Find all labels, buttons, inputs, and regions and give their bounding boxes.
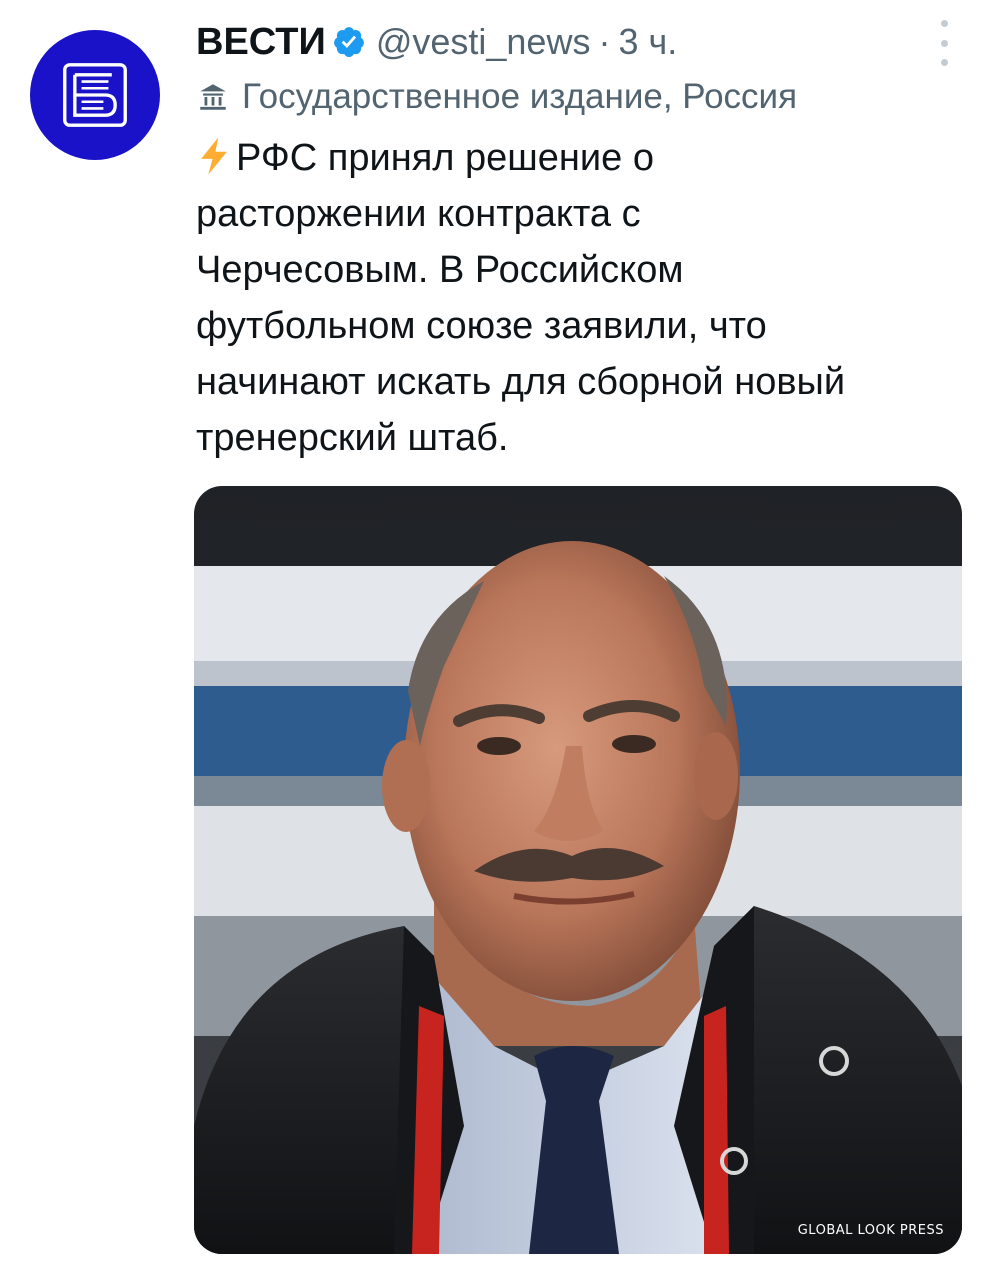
tweet-photo[interactable]: GLOBAL LOOK PRESS	[194, 486, 962, 1254]
verified-badge-icon	[333, 27, 364, 58]
tweet[interactable]: ВЕСТИ @vesti_news · 3 ч. Государственное…	[0, 0, 992, 1280]
tweet-header: ВЕСТИ @vesti_news · 3 ч.	[196, 14, 677, 70]
state-media-label[interactable]: Государственное издание, Россия	[196, 72, 797, 122]
photo-image	[194, 486, 962, 1254]
photo-credit: GLOBAL LOOK PRESS	[797, 1223, 944, 1238]
separator-dot: ·	[598, 21, 611, 62]
more-options-icon[interactable]	[934, 20, 954, 66]
government-building-icon	[200, 84, 226, 110]
tweet-body: РФС принял решение о расторжении контрак…	[196, 130, 966, 466]
state-media-label-text[interactable]: Государственное издание, Россия	[242, 77, 797, 117]
tweet-text: РФС принял решение о расторжении контрак…	[196, 137, 846, 459]
tweet-time[interactable]: 3 ч.	[618, 21, 677, 63]
author-display-name[interactable]: ВЕСТИ	[196, 21, 326, 64]
avatar[interactable]	[30, 30, 160, 160]
author-handle[interactable]: @vesti_news	[376, 21, 591, 63]
lightning-bolt-icon	[201, 137, 227, 175]
vesti-logo-icon	[63, 63, 127, 127]
